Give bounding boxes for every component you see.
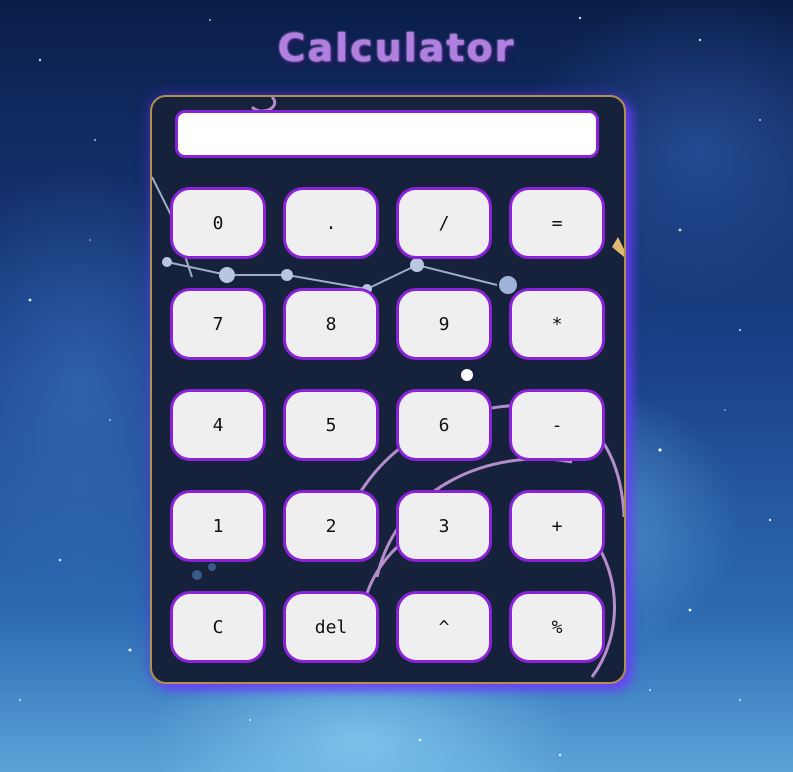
key-8-button[interactable]: 8 <box>283 288 379 360</box>
display-input[interactable] <box>175 110 599 158</box>
key-1-button[interactable]: 1 <box>170 490 266 562</box>
key-clear-button[interactable]: C <box>170 591 266 663</box>
key-6-button[interactable]: 6 <box>396 389 492 461</box>
key-3-button[interactable]: 3 <box>396 490 492 562</box>
calculator-panel: 0. / = 7 8 9 * 4 5 6- 1 2 3 + Cdel ^% <box>150 95 626 684</box>
key-2-button[interactable]: 2 <box>283 490 379 562</box>
key-delete-button[interactable]: del <box>283 591 379 663</box>
key-9-button[interactable]: 9 <box>396 288 492 360</box>
key-divide-button[interactable]: / <box>396 187 492 259</box>
key-multiply-button[interactable]: * <box>509 288 605 360</box>
key-0-button[interactable]: 0 <box>170 187 266 259</box>
page-title: Calculator <box>277 26 516 70</box>
key-5-button[interactable]: 5 <box>283 389 379 461</box>
key-equals-button[interactable]: = <box>509 187 605 259</box>
key-decimal-button[interactable]: . <box>283 187 379 259</box>
key-add-button[interactable]: + <box>509 490 605 562</box>
key-percent-button[interactable]: % <box>509 591 605 663</box>
key-power-button[interactable]: ^ <box>396 591 492 663</box>
keypad: 0. / = 7 8 9 * 4 5 6- 1 2 3 + Cdel ^% <box>170 187 605 663</box>
key-7-button[interactable]: 7 <box>170 288 266 360</box>
key-4-button[interactable]: 4 <box>170 389 266 461</box>
key-subtract-button[interactable]: - <box>509 389 605 461</box>
